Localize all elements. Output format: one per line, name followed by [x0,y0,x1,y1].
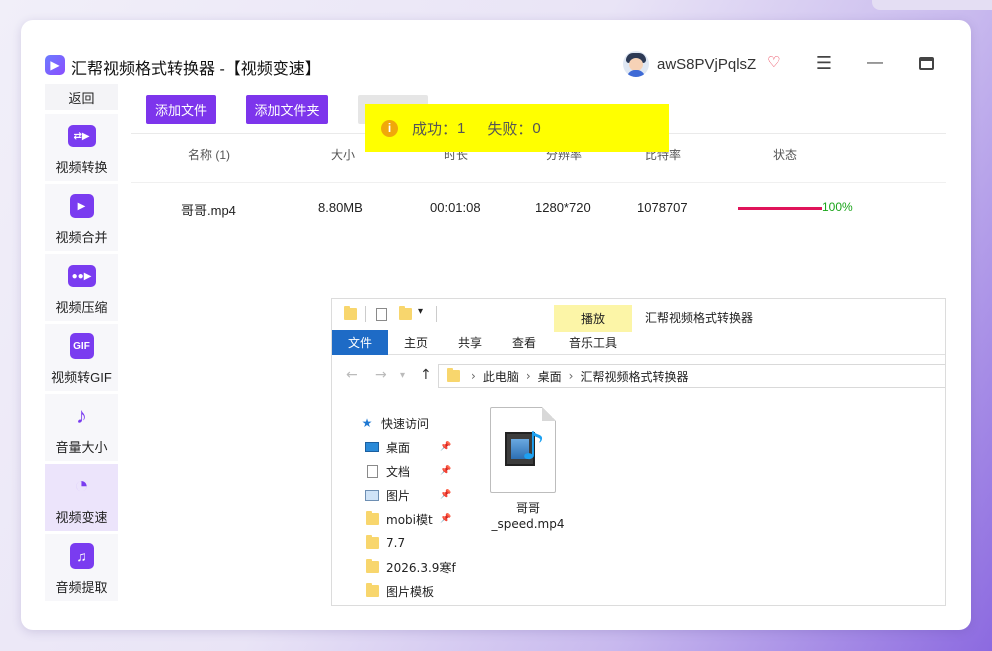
video-compress-icon: ●●▶ [67,261,97,291]
folder-icon [447,368,460,382]
tree-item-2026[interactable]: 2026.3.9寒f [364,557,456,577]
media-file-icon: ♪ [490,407,556,493]
pin-icon: 📌 [440,514,452,524]
progress-bar [738,207,822,210]
pin-icon: 📌 [440,442,452,452]
background-shape [872,0,992,10]
recent-dropdown-icon[interactable]: ▾ [400,370,405,381]
breadcrumb-folder[interactable]: 汇帮视频格式转换器 [580,368,688,385]
tree-item-quick-access[interactable]: ★ 快速访问 [359,413,451,433]
dropdown-icon[interactable]: ▾ [418,306,423,317]
success-count: 1 [457,119,466,137]
add-folder-button[interactable]: 添加文件夹 [246,95,328,124]
tab-music-tools[interactable]: 音乐工具 [562,330,624,355]
up-arrow-icon[interactable]: ↑ [420,367,432,383]
tab-share[interactable]: 共享 [450,330,490,355]
folder-icon [364,535,380,549]
sidebar-item-video-gif[interactable]: GIF 视频转GIF [45,324,118,391]
tree-item-7-7[interactable]: 7.7 [364,533,456,553]
navigation-pane: ★ 快速访问 桌面 📌 文档 📌 图片 📌 mobi模t 📌 7.7 2026.3… [332,409,457,605]
star-icon: ★ [361,416,373,430]
add-file-button[interactable]: 添加文件 [146,95,216,124]
folder-icon [364,583,380,597]
forward-arrow-icon[interactable]: → [375,367,387,383]
sidebar-item-video-compress[interactable]: ●●▶ 视频压缩 [45,254,118,321]
sidebar-item-video-convert[interactable]: ⇄▶ 视频转换 [45,114,118,181]
video-convert-icon: ⇄▶ [67,121,97,151]
tree-item-picture-templates[interactable]: 图片模板 [364,581,456,601]
audio-extract-icon: ♫ [67,541,97,571]
result-toast: i 成功： 1 失败： 0 [365,104,669,152]
maximize-icon[interactable] [914,51,938,75]
file-name-cell: 哥哥.mp4 [181,203,236,218]
quick-access-toolbar: ▾ [332,299,552,329]
progress-fill [738,207,822,210]
ribbon-tabs: 文件 主页 共享 查看 音乐工具 [332,330,945,355]
user-name[interactable]: awS8PVjPqlsZ [657,56,756,73]
table-row[interactable]: 哥哥.mp4 8.80MB 00:01:08 1280*720 1078707 … [131,200,946,222]
document-icon [364,464,380,478]
tab-home[interactable]: 主页 [396,330,436,355]
app-title: 汇帮视频格式转换器 -【视频变速】 [71,61,321,78]
file-item[interactable]: ♪ 哥哥 _speed.mp4 [484,407,572,537]
sidebar-item-label: 视频转换 [55,160,108,175]
music-note-icon: ♪ [76,403,87,428]
file-size-cell: 8.80MB [318,200,363,215]
file-explorer-window: ▾ 播放 汇帮视频格式转换器 文件 主页 共享 查看 音乐工具 ← → ▾ ↑ … [331,298,946,606]
sidebar-item-label: 视频转GIF [51,370,112,385]
table-divider [131,182,946,183]
desktop-icon [364,442,380,452]
picture-icon [364,489,380,501]
folder-icon[interactable] [344,306,357,320]
fail-count: 0 [532,119,541,137]
file-bitrate-cell: 1078707 [637,200,688,215]
sidebar: 返回 ⇄▶ 视频转换 ▶ 视频合并 ●●▶ 视频压缩 GIF 视频转GIF ♪ … [45,84,118,604]
folder-icon [364,559,380,573]
heart-vip-icon[interactable]: ♡ [767,53,780,71]
folder-icon [364,511,380,525]
address-input[interactable]: › 此电脑 › 桌面 › 汇帮视频格式转换器 [438,364,945,388]
fail-label: 失败： [487,120,533,138]
sidebar-item-label: 视频合并 [55,230,108,245]
status-percent: 100% [822,200,853,214]
video-merge-icon: ▶ [67,191,97,221]
sidebar-item-label: 音量大小 [55,440,108,455]
info-icon: i [381,119,398,137]
user-avatar[interactable] [623,51,649,77]
breadcrumb-this-pc[interactable]: 此电脑 [483,368,519,385]
tab-view[interactable]: 查看 [504,330,544,355]
breadcrumb-desktop[interactable]: 桌面 [538,368,562,385]
pin-icon: 📌 [440,490,452,500]
sidebar-item-video-merge[interactable]: ▶ 视频合并 [45,184,118,251]
back-arrow-icon[interactable]: ← [346,367,358,383]
gif-icon: GIF [67,331,97,361]
properties-icon[interactable] [376,308,387,321]
sidebar-item-audio-extract[interactable]: ♫ 音频提取 [45,534,118,601]
column-name[interactable]: 名称 (1) [188,146,230,163]
sidebar-item-volume[interactable]: ♪ 音量大小 [45,394,118,461]
file-item-name: 哥哥 _speed.mp4 [491,501,565,531]
pin-icon: 📌 [440,466,452,476]
file-resolution-cell: 1280*720 [535,200,591,215]
sidebar-item-label: 视频压缩 [55,300,108,315]
success-label: 成功： [412,120,458,138]
minimize-icon[interactable]: — [863,51,887,75]
context-tab-play[interactable]: 播放 [554,305,632,332]
file-duration-cell: 00:01:08 [430,200,481,215]
column-size[interactable]: 大小 [331,146,355,163]
new-folder-icon[interactable] [399,306,412,320]
column-status[interactable]: 状态 [773,146,797,163]
tab-file[interactable]: 文件 [332,330,388,355]
sidebar-item-video-speed[interactable]: ◔ 视频变速 [45,464,118,531]
address-bar-area: ← → ▾ ↑ › 此电脑 › 桌面 › 汇帮视频格式转换器 [332,359,945,393]
speedometer-icon: ◔ [74,472,89,499]
play-icon: ▶ [45,55,65,75]
sidebar-item-label: 视频变速 [55,510,108,525]
explorer-title: 汇帮视频格式转换器 [645,311,754,325]
sidebar-item-label: 音频提取 [55,580,108,595]
back-button[interactable]: 返回 [45,84,118,110]
hamburger-menu-icon[interactable]: ☰ [812,51,836,75]
